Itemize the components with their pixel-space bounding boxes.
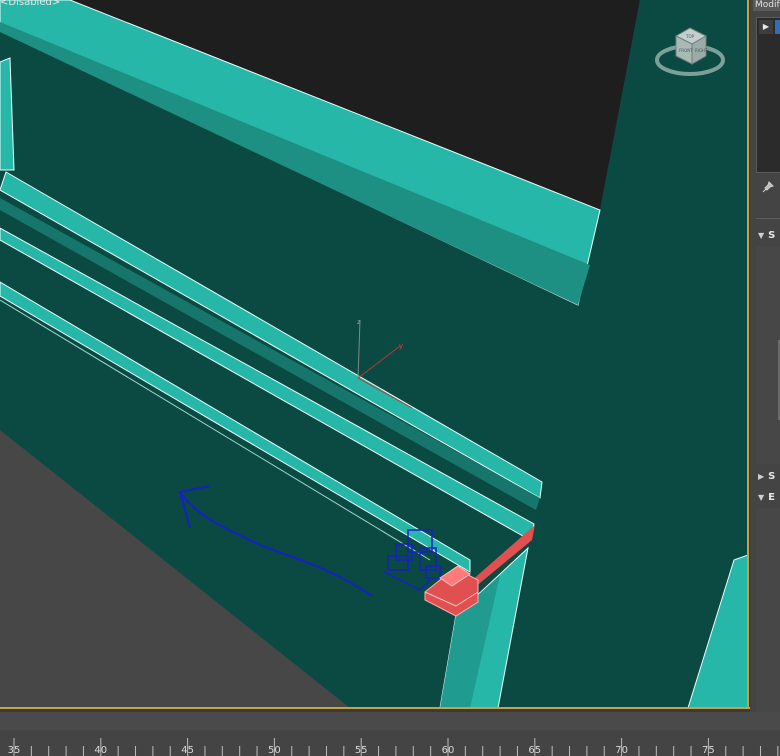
rollout-label: E: [768, 492, 775, 503]
viewport-label[interactable]: <Disabled>: [0, 0, 60, 8]
viewcube-right-label: RIGHT: [695, 48, 708, 53]
gizmo-y-label: y: [399, 342, 403, 350]
rollout-header-3[interactable]: ▼ E: [758, 490, 780, 506]
stack-item-selected[interactable]: [775, 20, 780, 34]
tick-label: 60: [441, 745, 455, 756]
rollout-header-1[interactable]: ▼ S: [758, 228, 780, 244]
divider: [756, 218, 780, 219]
viewcube-top-label: TOP: [685, 34, 695, 39]
active-viewport-border: [0, 707, 750, 709]
tick-label: 75: [702, 745, 715, 756]
expand-arrow-icon: ▶: [758, 472, 765, 481]
tick-label: 65: [528, 745, 542, 756]
scene-geometry[interactable]: z y: [0, 0, 748, 708]
play-icon[interactable]: ▶: [759, 20, 773, 34]
collapse-arrow-icon: ▼: [758, 493, 765, 502]
rollout-label: S: [768, 471, 776, 482]
time-slider-track[interactable]: [0, 712, 780, 730]
tick-label: 55: [354, 745, 368, 756]
pin-stack-icon[interactable]: [762, 181, 774, 196]
modifier-stack-list[interactable]: ▶: [756, 17, 780, 173]
rollout-body: [756, 246, 780, 464]
tick-label: 70: [615, 745, 628, 756]
collapse-arrow-icon: ▼: [758, 231, 765, 240]
tick-label: 35: [7, 745, 21, 756]
modify-tab[interactable]: Modify: [753, 0, 780, 11]
rollout-body: [756, 508, 780, 712]
tick-label: 50: [268, 745, 281, 756]
command-panel: Modify ▶ ▼S ▶S ▼E: [750, 0, 780, 712]
gizmo-z-label: z: [357, 318, 361, 326]
tick-label: 40: [94, 745, 108, 756]
rollout-header-2[interactable]: ▶ S: [758, 469, 780, 485]
track-bar-ticks: [13, 738, 779, 756]
rollout-label: S: [768, 230, 776, 241]
track-bar[interactable]: 35 40 45 50 55 60 65 70 75: [0, 712, 780, 756]
viewcube-front-label: FRONT: [679, 48, 693, 53]
tick-label: 45: [181, 745, 194, 756]
active-viewport-border-right: [747, 0, 749, 709]
perspective-viewport[interactable]: z y <Disabled> TOP FRONT RIGHT: [0, 0, 748, 708]
viewcube[interactable]: TOP FRONT RIGHT: [652, 18, 728, 84]
